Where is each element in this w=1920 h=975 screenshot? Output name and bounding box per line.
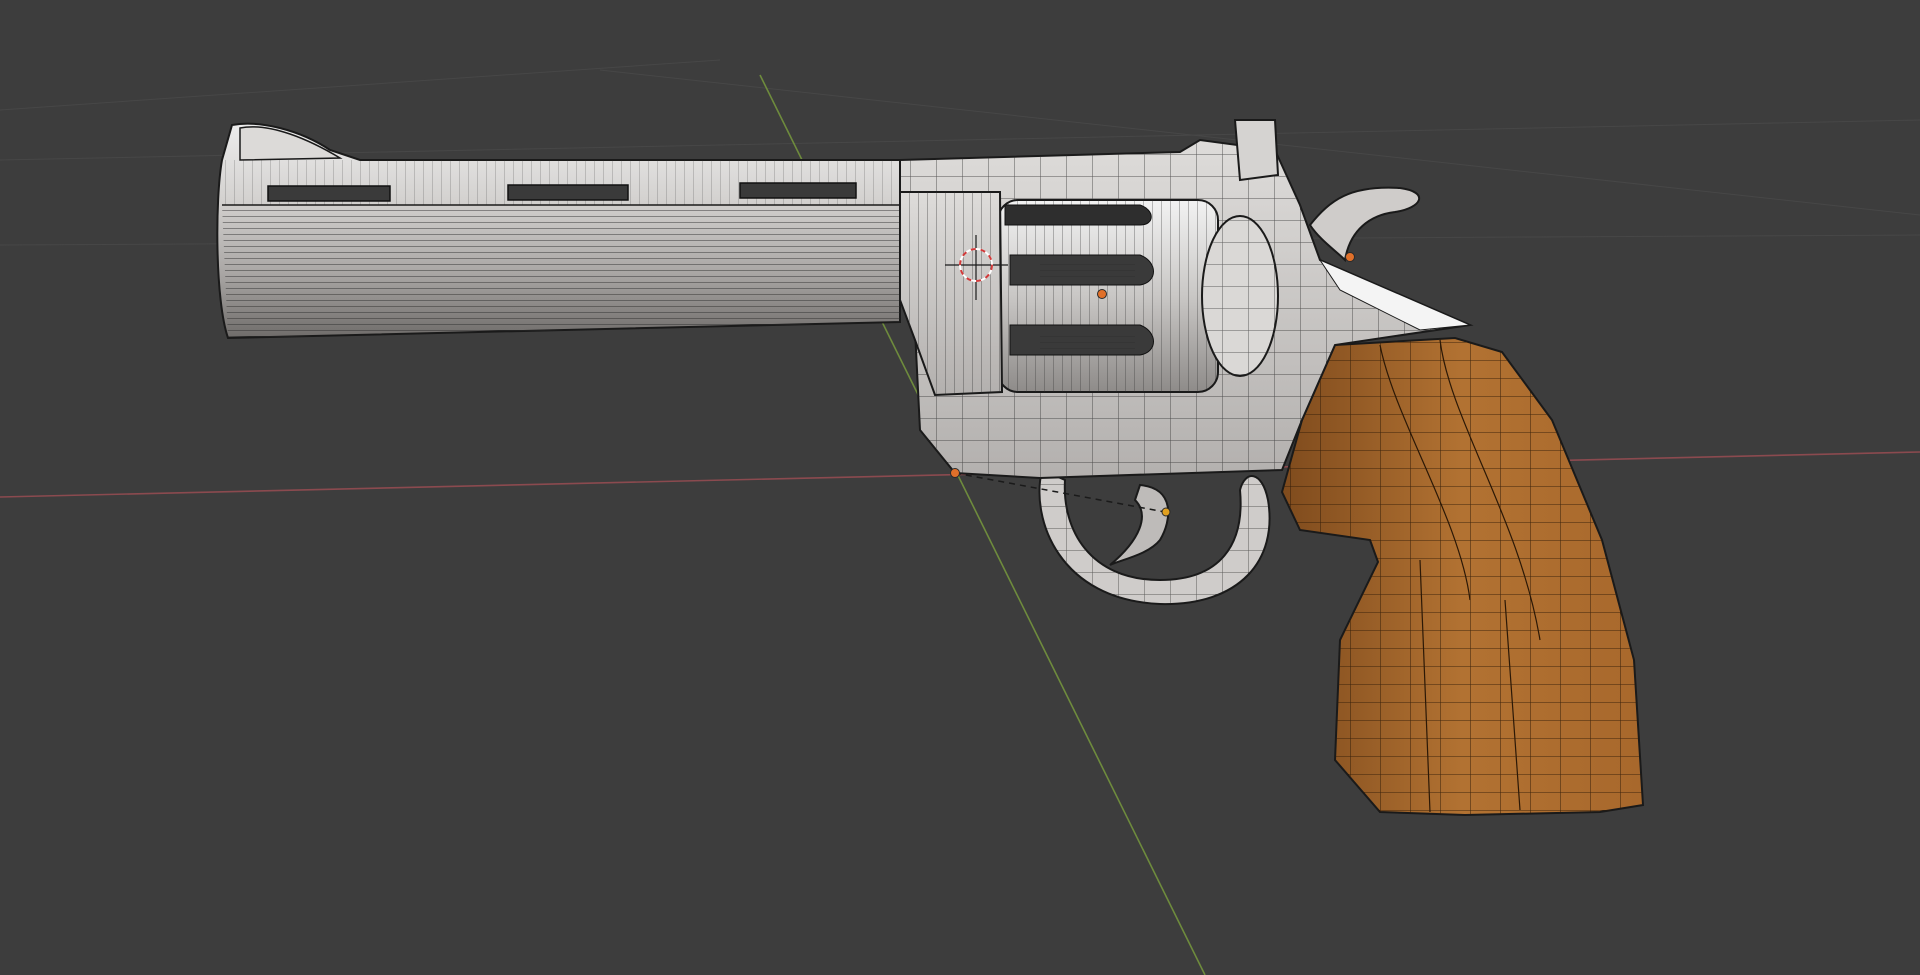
barrel-vent-3: [739, 182, 857, 199]
trigger[interactable]: [1109, 483, 1170, 566]
barrel-vent-2: [507, 184, 629, 201]
barrel-vent-1: [267, 185, 391, 202]
revolver-model[interactable]: [216, 119, 1645, 817]
cylinder[interactable]: [997, 199, 1279, 393]
object-origin-hammer[interactable]: [1345, 252, 1355, 262]
object-origin-trigger[interactable]: [1161, 507, 1171, 517]
object-origin-cylinder[interactable]: [1097, 289, 1107, 299]
object-origin-barrel[interactable]: [950, 468, 960, 478]
barrel[interactable]: [216, 122, 901, 340]
cylinder-flute-1: [1004, 204, 1152, 226]
grip[interactable]: [1280, 336, 1645, 817]
3d-viewport[interactable]: [0, 0, 1920, 975]
viewport-canvas[interactable]: [0, 0, 1920, 975]
